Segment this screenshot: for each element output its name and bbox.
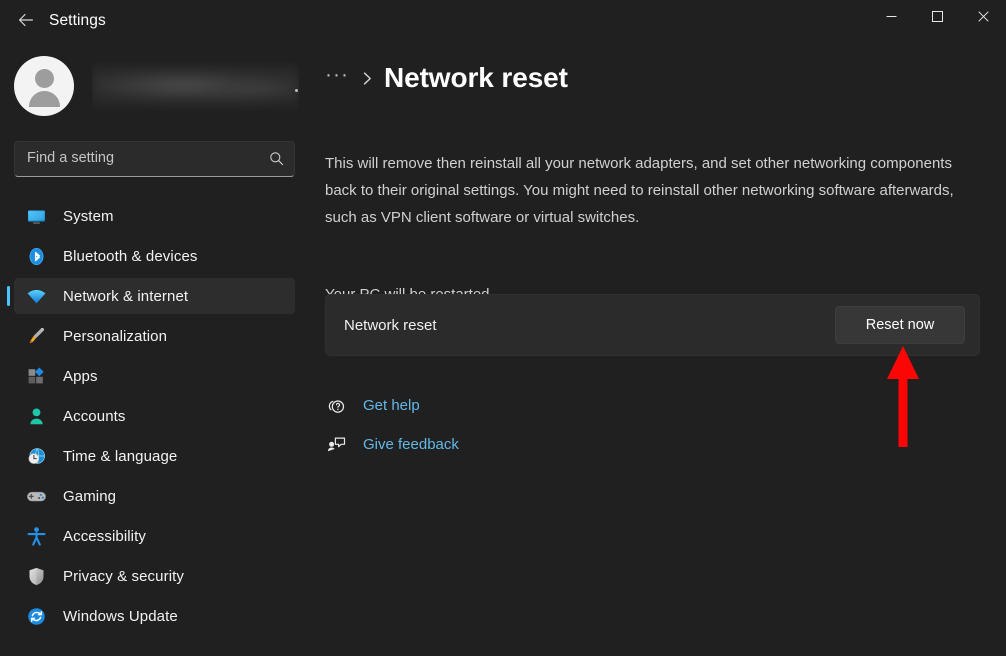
wifi-icon <box>25 285 47 307</box>
minimize-button[interactable] <box>868 0 914 32</box>
give-feedback-link[interactable]: Give feedback <box>325 427 459 461</box>
account-name-redacted <box>92 62 299 111</box>
back-button[interactable] <box>10 4 42 36</box>
blur-dot <box>295 89 298 92</box>
page-title: Network reset <box>384 62 568 94</box>
sidebar-item-personalization[interactable]: Personalization <box>14 318 295 354</box>
network-reset-label: Network reset <box>344 317 437 334</box>
sidebar-item-label: Accounts <box>63 408 126 425</box>
accessibility-person-icon <box>25 525 47 547</box>
sidebar-item-label: Personalization <box>63 328 167 345</box>
breadcrumb: ··· Network reset <box>325 58 568 98</box>
sidebar-item-apps[interactable]: Apps <box>14 358 295 394</box>
sidebar-item-label: Apps <box>63 368 98 385</box>
sidebar-item-label: Accessibility <box>63 528 146 545</box>
sidebar-item-privacy-security[interactable]: Privacy & security <box>14 558 295 594</box>
chevron-right-icon <box>361 71 374 86</box>
sidebar-item-label: System <box>63 208 114 225</box>
sidebar-item-label: Network & internet <box>63 288 188 305</box>
sidebar-item-windows-update[interactable]: Windows Update <box>14 598 295 634</box>
bluetooth-icon <box>25 245 47 267</box>
back-arrow-icon <box>17 11 35 29</box>
shield-icon <box>25 565 47 587</box>
help-question-icon <box>325 394 347 416</box>
sidebar-item-label: Privacy & security <box>63 568 184 585</box>
person-icon <box>25 405 47 427</box>
search-icon <box>269 151 284 171</box>
sidebar-item-label: Windows Update <box>63 608 178 625</box>
page-description: This will remove then reinstall all your… <box>325 150 980 231</box>
paintbrush-icon <box>25 325 47 347</box>
sidebar-nav: System Bluetooth & devices <box>0 198 311 634</box>
blur-fill <box>92 62 299 111</box>
gamepad-icon <box>25 485 47 507</box>
sidebar-item-network-internet[interactable]: Network & internet <box>14 278 295 314</box>
sidebar-item-accounts[interactable]: Accounts <box>14 398 295 434</box>
maximize-button[interactable] <box>914 0 960 32</box>
sidebar-item-system[interactable]: System <box>14 198 295 234</box>
sidebar-item-label: Bluetooth & devices <box>63 248 197 265</box>
monitor-icon <box>25 205 47 227</box>
clock-globe-icon <box>25 445 47 467</box>
breadcrumb-overflow-button[interactable]: ··· <box>325 64 349 92</box>
refresh-circle-icon <box>25 605 47 627</box>
sidebar-item-gaming[interactable]: Gaming <box>14 478 295 514</box>
link-label: Give feedback <box>363 436 459 453</box>
avatar-body <box>29 91 60 107</box>
apps-icon <box>25 365 47 387</box>
sidebar-item-label: Gaming <box>63 488 116 505</box>
close-button[interactable] <box>960 0 1006 32</box>
sidebar-item-accessibility[interactable]: Accessibility <box>14 518 295 554</box>
sidebar-item-time-language[interactable]: Time & language <box>14 438 295 474</box>
network-reset-card: Network reset Reset now <box>325 294 980 356</box>
avatar-head <box>35 69 54 88</box>
user-avatar-icon <box>14 56 74 116</box>
sidebar-item-bluetooth-devices[interactable]: Bluetooth & devices <box>14 238 295 274</box>
window-title: Settings <box>49 12 106 30</box>
title-bar: Settings <box>0 0 1006 40</box>
close-icon <box>978 11 989 22</box>
settings-window: Settings <box>0 0 1006 656</box>
support-links: Get help Give feedback <box>325 388 459 461</box>
content-pane: ··· Network reset This will remove then … <box>311 40 1006 656</box>
minimize-icon <box>886 11 897 22</box>
get-help-link[interactable]: Get help <box>325 388 459 422</box>
sidebar: Find a setting <box>0 40 311 656</box>
search-input[interactable]: Find a setting <box>14 141 295 177</box>
maximize-icon <box>932 11 943 22</box>
search-placeholder: Find a setting <box>27 150 114 166</box>
link-label: Get help <box>363 397 420 414</box>
window-controls <box>868 0 1006 32</box>
reset-now-button[interactable]: Reset now <box>835 306 965 344</box>
account-profile[interactable] <box>14 55 299 117</box>
feedback-icon <box>325 433 347 455</box>
sidebar-item-label: Time & language <box>63 448 177 465</box>
